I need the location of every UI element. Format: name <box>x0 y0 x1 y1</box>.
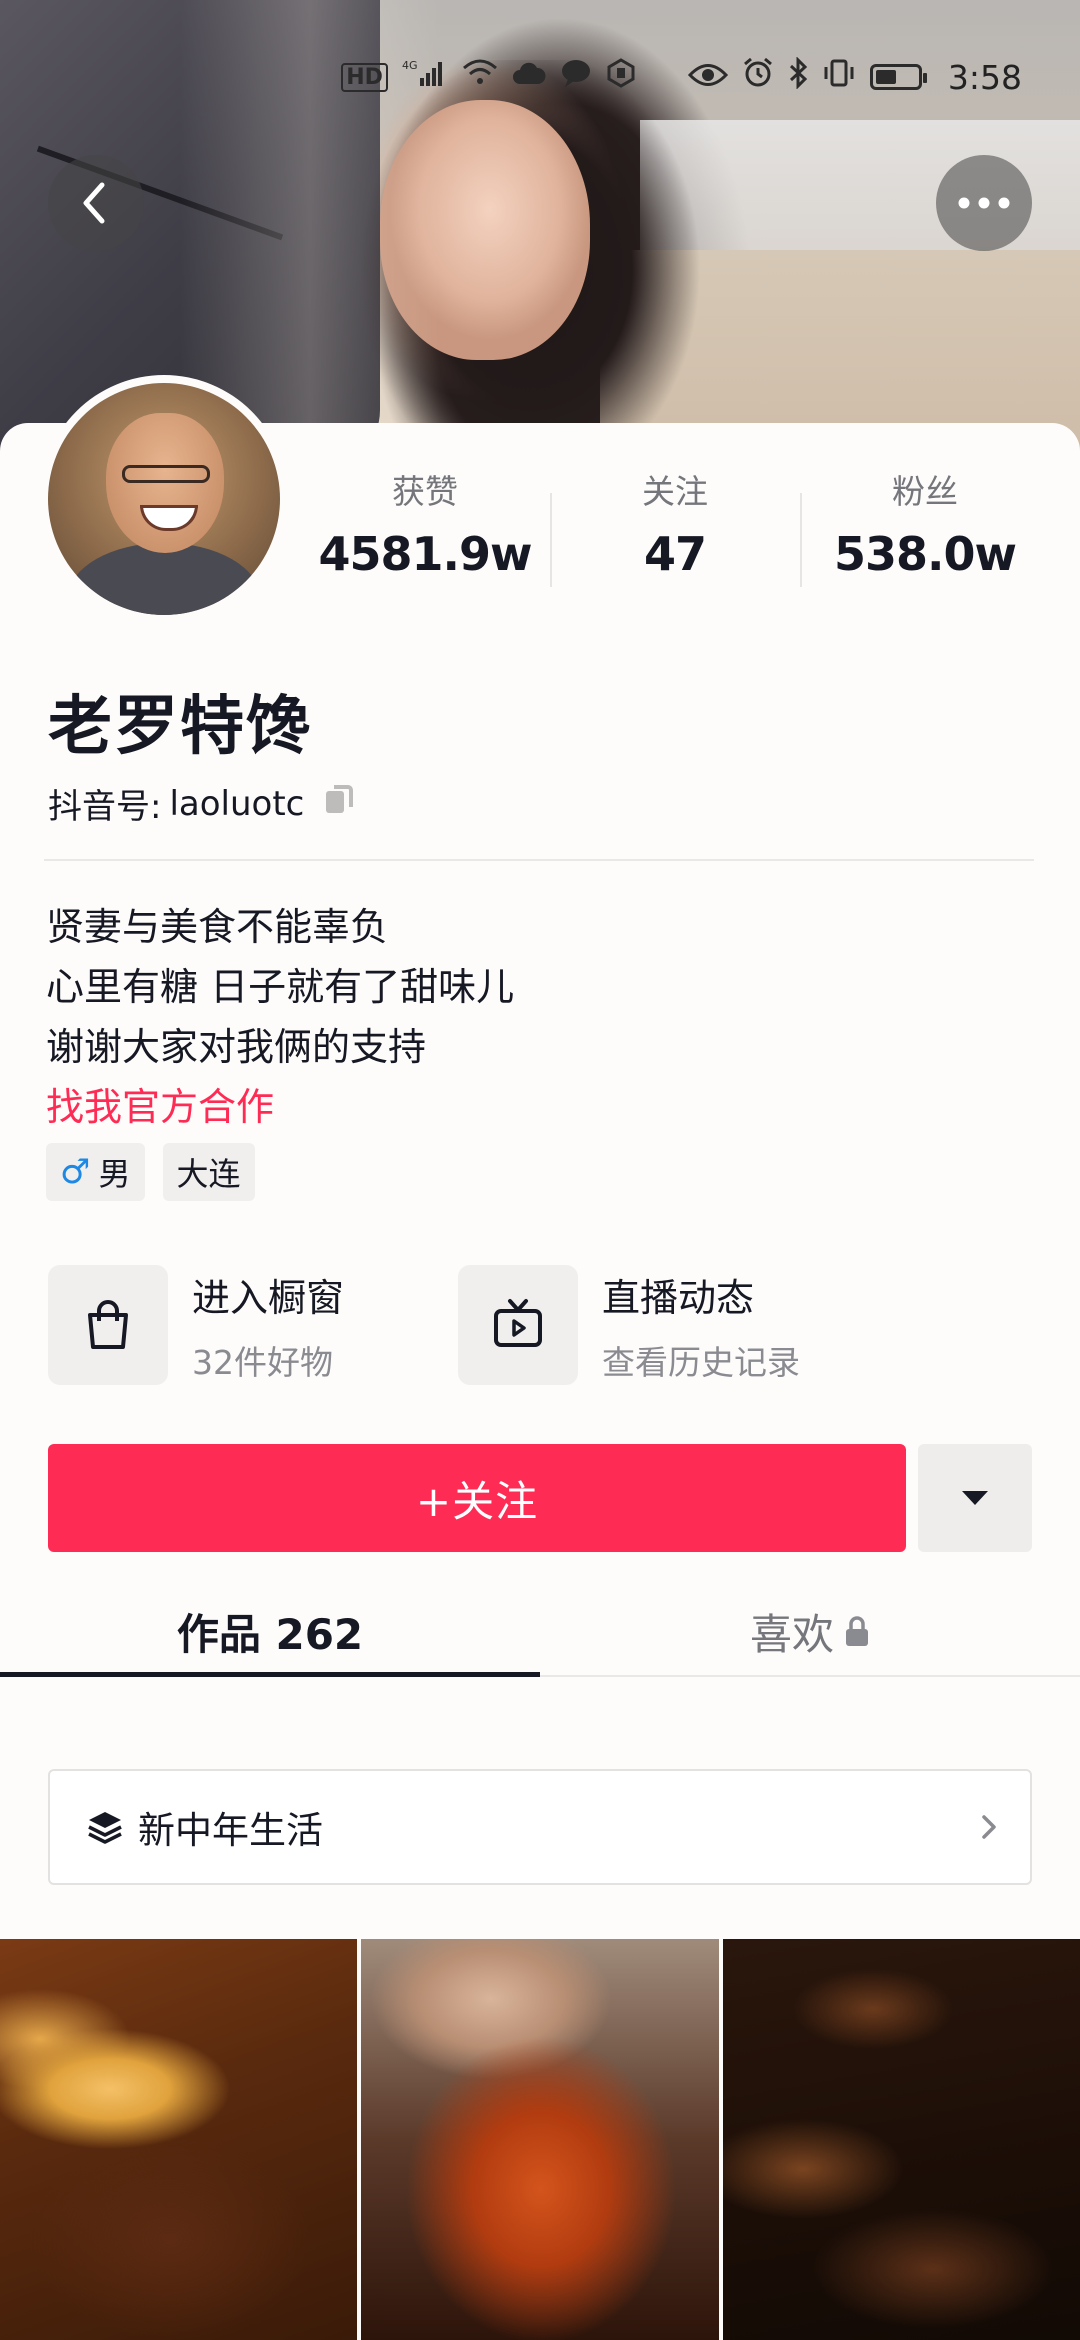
video-grid <box>0 1939 1080 2340</box>
avatar-head <box>106 413 224 553</box>
more-dots-icon <box>958 197 1010 209</box>
location-tag: 大连 <box>162 1143 255 1201</box>
stat-followers-value: 538.0w <box>834 527 1017 581</box>
feature-entries: 进入橱窗 32件好物 直播动态 查看历史记录 <box>48 1265 868 1385</box>
gender-label: 男 <box>98 1155 131 1193</box>
stat-likes[interactable]: 获赞 4581.9w <box>300 463 550 583</box>
chevron-right-icon <box>982 1815 996 1839</box>
bio-line: 心里有糖 日子就有了甜味儿 <box>46 965 515 1009</box>
hexagon-app-icon <box>606 58 636 96</box>
alarm-icon <box>742 57 774 97</box>
shop-window-icon-box <box>48 1265 168 1385</box>
official-cooperation-link[interactable]: 找我官方合作 <box>46 1077 514 1137</box>
tab-works-label: 作品 262 <box>176 1609 364 1659</box>
network-type-label: 4G <box>402 59 418 72</box>
stat-following[interactable]: 关注 47 <box>550 463 800 587</box>
wifi-icon <box>462 58 498 96</box>
clock-time: 3:58 <box>947 57 1022 97</box>
bluetooth-icon <box>788 56 808 97</box>
douyin-id-label: 抖音号: <box>48 787 162 827</box>
profile-name: 老罗特馋 <box>48 690 312 764</box>
eye-icon <box>687 58 728 96</box>
avatar-frame <box>40 375 288 623</box>
bio-line: 贤妻与美食不能辜负 <box>46 905 389 949</box>
stat-following-label: 关注 <box>642 472 708 511</box>
stat-followers[interactable]: 粉丝 538.0w <box>800 463 1050 587</box>
battery-icon <box>869 64 927 90</box>
bio-line: 谢谢大家对我俩的支持 <box>46 1025 427 1069</box>
stat-likes-label: 获赞 <box>392 472 458 511</box>
profile-tags: ♂ 男 大连 <box>46 1143 255 1201</box>
collection-label: 新中年生活 <box>138 1809 323 1852</box>
profile-sheet: 获赞 4581.9w 关注 47 粉丝 538.0w 老罗特馋 抖音号: lao… <box>0 375 1080 2340</box>
douyin-id-row: 抖音号: laoluotc <box>48 779 358 828</box>
shop-window-entry[interactable]: 进入橱窗 32件好物 <box>48 1265 458 1385</box>
caret-down-icon <box>962 1491 988 1505</box>
location-label: 大连 <box>176 1155 241 1193</box>
stat-likes-value: 4581.9w <box>318 527 532 581</box>
live-history-icon-box <box>458 1265 578 1385</box>
shop-window-text: 进入橱窗 32件好物 <box>192 1267 344 1384</box>
stat-following-value: 47 <box>643 527 707 581</box>
back-button[interactable] <box>48 155 144 251</box>
tab-likes[interactable]: 喜欢 <box>540 1587 1080 1675</box>
male-icon: ♂ <box>60 1152 91 1192</box>
copy-icon[interactable] <box>322 781 358 826</box>
shop-window-title: 进入橱窗 <box>192 1275 345 1320</box>
avatar-shirt <box>68 543 260 615</box>
tab-likes-label: 喜欢 <box>749 1609 834 1659</box>
cloud-icon <box>512 58 546 96</box>
hd-icon: HD <box>341 62 388 92</box>
stat-followers-label: 粉丝 <box>892 472 958 511</box>
profile-bio: 贤妻与美食不能辜负 心里有糖 日子就有了甜味儿 谢谢大家对我俩的支持 找我官方合… <box>46 897 514 1137</box>
live-history-title: 直播动态 <box>602 1275 755 1320</box>
content-tabs: 作品 262 喜欢 <box>0 1587 1080 1677</box>
lock-icon <box>846 1616 868 1646</box>
video-thumbnail[interactable] <box>361 1939 719 2340</box>
video-thumbnail[interactable] <box>722 1939 1080 2340</box>
collection-banner[interactable]: 新中年生活 <box>48 1769 1032 1885</box>
video-thumbnail[interactable] <box>0 1939 358 2340</box>
recommend-dropdown-button[interactable] <box>918 1444 1032 1552</box>
douyin-id-value: laoluotc <box>169 783 305 824</box>
shop-window-subtitle: 32件好物 <box>192 1342 333 1382</box>
avatar[interactable] <box>48 383 280 615</box>
live-tv-icon <box>494 1299 542 1347</box>
layers-icon <box>88 1812 122 1844</box>
divider <box>44 859 1034 861</box>
signal-icon: 4G <box>402 58 448 96</box>
live-history-subtitle: 查看历史记录 <box>602 1342 800 1382</box>
gender-tag: ♂ 男 <box>46 1143 145 1201</box>
chat-bubble-icon <box>560 58 592 96</box>
shopping-bag-icon <box>88 1300 128 1349</box>
status-bar: HD 4G 3:58 <box>0 52 1080 102</box>
vibrate-icon <box>822 58 856 96</box>
live-history-text: 直播动态 查看历史记录 <box>602 1267 800 1384</box>
tab-works[interactable]: 作品 262 <box>0 1587 540 1677</box>
follow-button[interactable]: +关注 <box>48 1444 906 1552</box>
more-button[interactable] <box>936 155 1032 251</box>
live-history-entry[interactable]: 直播动态 查看历史记录 <box>458 1265 868 1385</box>
profile-stats: 获赞 4581.9w 关注 47 粉丝 538.0w <box>300 463 1050 587</box>
chevron-left-icon <box>83 182 105 224</box>
avatar-glasses <box>122 465 210 483</box>
